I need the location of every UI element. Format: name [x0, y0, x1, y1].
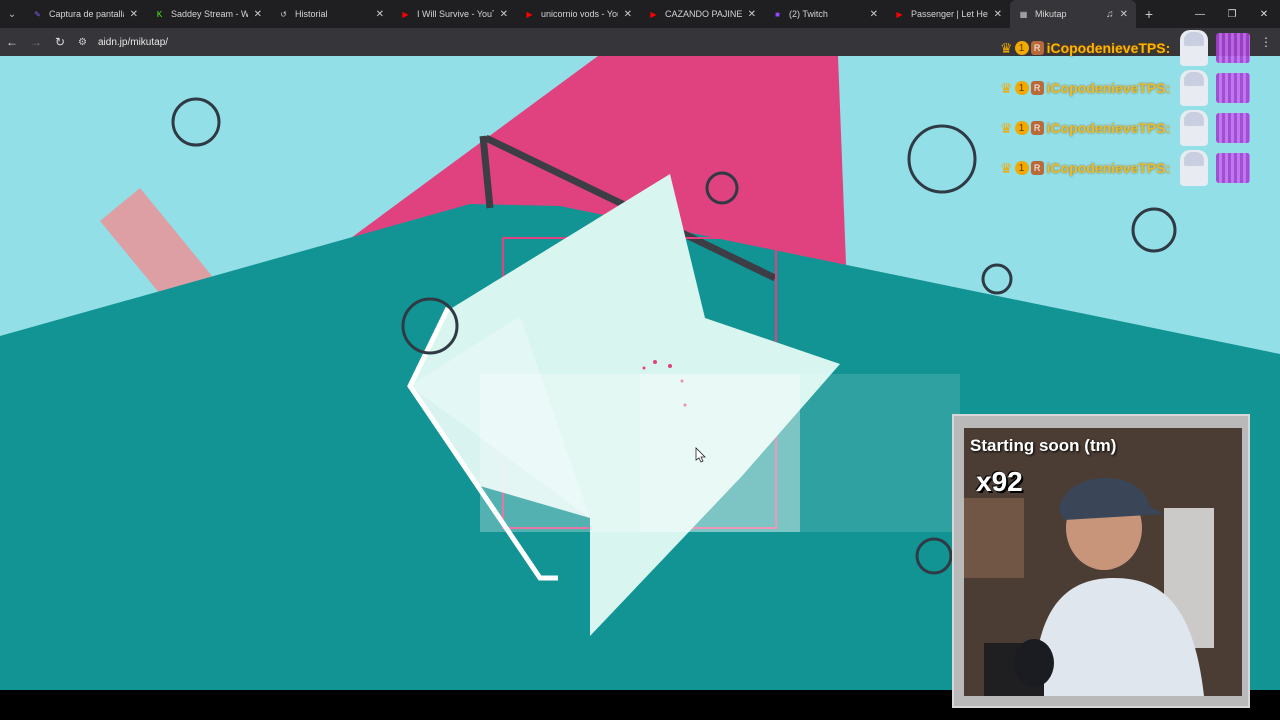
- count-badge: 1: [1014, 121, 1029, 135]
- close-tab-icon[interactable]: ✕: [254, 9, 262, 20]
- browser-tab[interactable]: ▶ unicornio vods - You ✕: [516, 0, 640, 28]
- url-text: aidn.jp/mikutap/: [98, 36, 169, 48]
- pen-icon: ✎: [34, 9, 41, 19]
- sub-name: iCopodenieveTPS:: [1046, 40, 1171, 56]
- translucent-panel-left: [480, 374, 640, 532]
- sub-alert-row: ♛ 1 R iCopodenieveTPS:: [1000, 28, 1251, 68]
- sub-emote-icon: [1216, 73, 1251, 103]
- close-tab-icon[interactable]: ✕: [624, 9, 632, 20]
- tab-title: Mikutap: [1035, 9, 1067, 19]
- anime-avatar: [1180, 150, 1209, 186]
- tab-title: (2) Twitch: [789, 9, 828, 19]
- sub-name: iCopodenieveTPS:: [1046, 80, 1171, 96]
- youtube-icon: ▶: [402, 9, 409, 19]
- restore-icon[interactable]: ❐: [1216, 0, 1248, 28]
- youtube-icon: ▶: [896, 9, 903, 19]
- history-icon: ↺: [280, 9, 287, 19]
- browser-tab[interactable]: ■ (2) Twitch ✕: [764, 0, 886, 28]
- tab-title: Historial: [295, 9, 328, 19]
- crown-icon: ♛: [1000, 39, 1013, 56]
- sub-emote-icon: [1216, 153, 1251, 183]
- youtube-icon: ▶: [650, 9, 657, 19]
- close-tab-icon[interactable]: ✕: [1120, 9, 1128, 20]
- anime-avatar: [1180, 110, 1209, 146]
- browser-tab[interactable]: K Saddey Stream - Wat ✕: [146, 0, 270, 28]
- r-badge: R: [1030, 161, 1044, 175]
- kick-icon: K: [156, 9, 163, 19]
- dot-2: [668, 364, 672, 368]
- twitch-icon: ■: [775, 9, 780, 19]
- close-tab-icon[interactable]: ✕: [870, 9, 878, 20]
- tab-search-icon[interactable]: ⌄: [0, 0, 24, 28]
- r-badge: R: [1030, 41, 1044, 55]
- site-settings-icon[interactable]: ⚙: [78, 37, 92, 48]
- dot-1: [653, 360, 657, 364]
- close-window-icon[interactable]: ✕: [1248, 0, 1280, 28]
- forward-icon[interactable]: →: [24, 28, 48, 56]
- count-badge: 1: [1014, 81, 1029, 95]
- tab-title: unicornio vods - You: [541, 9, 618, 19]
- combo-counter: x92: [976, 466, 1023, 497]
- r-badge: R: [1030, 81, 1044, 95]
- tab-title: CAZANDO PAJINES #: [665, 9, 742, 19]
- dot-4: [680, 379, 684, 383]
- anime-avatar: [1180, 70, 1209, 106]
- close-tab-icon[interactable]: ✕: [500, 9, 508, 20]
- count-badge: 1: [1014, 41, 1029, 55]
- grid-icon: ▦: [1019, 9, 1028, 19]
- browser-tab[interactable]: ▶ Passenger | Let Her G ✕: [886, 0, 1010, 28]
- minimize-icon[interactable]: —: [1184, 0, 1216, 28]
- crown-icon: ♛: [1000, 159, 1013, 176]
- dot-5: [683, 403, 687, 407]
- crown-icon: ♛: [1000, 119, 1013, 136]
- close-tab-icon[interactable]: ✕: [130, 9, 138, 20]
- close-tab-icon[interactable]: ✕: [748, 9, 756, 20]
- r-badge: R: [1030, 121, 1044, 135]
- translucent-panel-right: [640, 374, 800, 532]
- sub-emote-icon: [1216, 33, 1251, 63]
- sub-alert-row: ♛ 1 R iCopodenieveTPS:: [1000, 68, 1251, 108]
- sub-alert-row: ♛ 1 R iCopodenieveTPS:: [1000, 108, 1251, 148]
- browser-tab[interactable]: ↺ Historial ✕: [270, 0, 392, 28]
- sub-name: iCopodenieveTPS:: [1046, 120, 1171, 136]
- dot-3: [642, 366, 646, 370]
- browser-tab[interactable]: ▦ Mikutap ♫ ✕: [1010, 0, 1136, 28]
- sub-emote-icon: [1216, 113, 1251, 143]
- anime-avatar: [1180, 30, 1209, 66]
- tab-title: Saddey Stream - Wat: [171, 9, 248, 19]
- crown-icon: ♛: [1000, 79, 1013, 96]
- sub-alert-row: ♛ 1 R iCopodenieveTPS:: [1000, 148, 1251, 188]
- browser-tab-strip: ⌄ ✎ Captura de pantalla p ✕ K Saddey Stream …: [0, 0, 1280, 28]
- browser-tab[interactable]: ▶ I Will Survive - YouTu ✕: [392, 0, 516, 28]
- webcam-frame: [952, 414, 1250, 708]
- back-icon[interactable]: ←: [0, 28, 24, 56]
- browser-menu-icon[interactable]: ⋮: [1260, 28, 1272, 56]
- reload-icon[interactable]: ↻: [48, 28, 72, 56]
- webcam-title: Starting soon (tm): [970, 436, 1117, 455]
- tab-title: I Will Survive - YouTu: [417, 9, 494, 19]
- tab-title: Passenger | Let Her G: [911, 9, 988, 19]
- browser-tab[interactable]: ▶ CAZANDO PAJINES # ✕: [640, 0, 764, 28]
- tab-title: Captura de pantalla p: [49, 9, 124, 19]
- youtube-icon: ▶: [526, 9, 533, 19]
- close-tab-icon[interactable]: ✕: [994, 9, 1002, 20]
- translucent-panel-far: [800, 374, 960, 532]
- browser-tab[interactable]: ✎ Captura de pantalla p ✕: [24, 0, 146, 28]
- count-badge: 1: [1014, 161, 1029, 175]
- url-bar[interactable]: ⚙ aidn.jp/mikutap/: [78, 32, 978, 52]
- audio-playing-icon[interactable]: ♫: [1106, 9, 1114, 20]
- sub-name: iCopodenieveTPS:: [1046, 160, 1171, 176]
- close-tab-icon[interactable]: ✕: [376, 9, 384, 20]
- new-tab-button[interactable]: +: [1136, 6, 1162, 22]
